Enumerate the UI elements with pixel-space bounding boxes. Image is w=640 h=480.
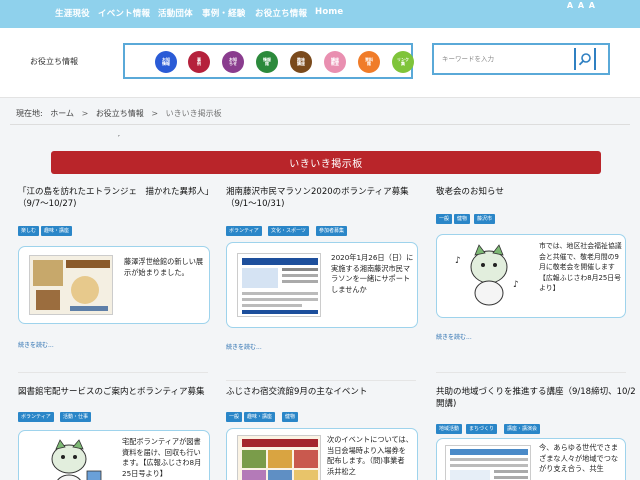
category-icon-4[interactable]: 情報 館 [256, 51, 278, 73]
category-icon-7[interactable]: 資料 館 [358, 51, 380, 73]
article-thumbnail: ♪ ♪ [447, 243, 531, 309]
category-icon-2[interactable]: 事 例 [188, 51, 210, 73]
breadcrumb-current: いきいき掲示板 [165, 109, 222, 118]
category-icon-3[interactable]: お知 らせ [222, 51, 244, 73]
article-thumbnail [29, 437, 115, 480]
category-links: お知 情報 事 例 お知 らせ 情報 館 趣味 講座 講座 教室 資料 館 リン… [123, 43, 414, 79]
row-divider [18, 372, 208, 373]
article-card-4: 図書館宅配サービスのご案内とボランティア募集 ボランティア 活動・仕事 宅配ボラ… [18, 386, 218, 480]
nav-item-groups[interactable]: 活動団体 [158, 7, 193, 19]
nav-item-home[interactable]: Home [315, 7, 343, 17]
article-card-2: 湘南藤沢市民マラソン2020のボランティア募集（9/1〜10/31) ボランティ… [226, 186, 426, 356]
search-button[interactable] [574, 48, 596, 70]
breadcrumb-separator: > [151, 109, 159, 118]
breadcrumb-useful-info[interactable]: お役立ち情報 [96, 109, 144, 118]
article-thumbnail [237, 253, 321, 317]
tag[interactable]: 一般 [436, 214, 453, 224]
article-excerpt: 藤澤浮世絵館の新しい展示が始まりました。 [124, 257, 204, 277]
row-divider [436, 372, 626, 373]
article-title[interactable]: ふじさわ宿交流館9月の主なイベント [226, 386, 426, 398]
nav-item-lifelong[interactable]: 生涯現役 [55, 7, 90, 19]
category-label-7: 資料 館 [365, 57, 373, 66]
article-excerpt: 今、あらゆる世代でさまざまな人々が地域でつながり支え合う、共生 [539, 443, 619, 473]
search-box [432, 43, 610, 75]
breadcrumb: 現在地: ホーム > お役立ち情報 > いきいき掲示板 [16, 108, 227, 119]
nav-item-cases[interactable]: 事例・経験 [202, 7, 246, 19]
category-icon-8[interactable]: リンク 集 [392, 51, 414, 73]
article-card-3: 敬老会のお知らせ 一般 健物 藤沢市 ♪ ♪ 市では、地区社会福祉協議会と共催で… [436, 186, 636, 356]
page-title-banner: いきいき掲示板 [51, 151, 601, 174]
article-body[interactable]: ♪ ♪ 市では、地区社会福祉協議会と共催で、敬老月間の9月に敬老会を開催します【… [436, 234, 626, 318]
nav-item-useful-info[interactable]: お役立ち情報 [255, 7, 307, 19]
header-band: お役立ち情報 お知 情報 事 例 お知 らせ 情報 館 趣味 講座 講座 教室 … [0, 28, 640, 98]
nav-item-events[interactable]: イベント情報 [98, 7, 150, 19]
category-label-1: お知 情報 [162, 57, 170, 66]
article-card-1: 「江の島を訪れたエトランジェ 描かれた異邦人」（9/7〜10/27) 楽しむ 趣… [18, 186, 218, 356]
tag[interactable]: 地域活動 [436, 424, 463, 434]
row-divider [226, 380, 416, 381]
tag[interactable]: 楽しむ [18, 226, 40, 236]
category-icon-6[interactable]: 講座 教室 [324, 51, 346, 73]
article-excerpt: 次のイベントについては、当日会場時より入場券を配布します。（問)事業者 浜井松之 [327, 435, 413, 476]
tag[interactable]: 文化・スポーツ [268, 226, 309, 236]
category-label-8: リンク 集 [397, 57, 409, 66]
article-title[interactable]: 湘南藤沢市民マラソン2020のボランティア募集（9/1〜10/31) [226, 186, 426, 210]
article-title[interactable]: 敬老会のお知らせ [436, 186, 636, 198]
article-body[interactable]: 宅配ボランティアが図書資料を届け、回収も行います。【広報ふじさわ8月25日号より… [18, 430, 210, 480]
article-thumbnail [445, 445, 531, 480]
article-thumbnail [29, 255, 113, 315]
svg-text:♪: ♪ [455, 256, 461, 266]
tag[interactable]: 一般 [226, 412, 243, 422]
breadcrumb-home[interactable]: ホーム [50, 109, 74, 118]
top-nav: 生涯現役 イベント情報 活動団体 事例・経験 お役立ち情報 Home A A A [0, 0, 640, 28]
article-title[interactable]: 「江の島を訪れたエトランジェ 描かれた異邦人」（9/7〜10/27) [18, 186, 218, 210]
article-excerpt: 宅配ボランティアが図書資料を届け、回収も行います。【広報ふじさわ8月25日号より… [122, 437, 202, 478]
read-more-link[interactable]: 続きを読む... [436, 332, 472, 341]
svg-text:♪: ♪ [513, 280, 519, 290]
tag[interactable]: ボランティア [18, 412, 54, 422]
category-label-3: お知 らせ [229, 57, 237, 66]
article-title[interactable]: 共助の地域づくりを推進する講座（9/18締切、10/2開講) [436, 386, 636, 410]
breadcrumb-prefix: 現在地: [16, 109, 43, 118]
tag[interactable]: 趣味・講座 [244, 412, 276, 422]
tag[interactable]: 講座・講演会 [504, 424, 541, 434]
breadcrumb-divider [10, 124, 630, 125]
category-label-6: 講座 教室 [331, 57, 339, 66]
article-title[interactable]: 図書館宅配サービスのご案内とボランティア募集 [18, 386, 218, 398]
page-title: いきいき掲示板 [289, 159, 363, 170]
search-input[interactable] [442, 52, 570, 66]
category-icon-5[interactable]: 趣味 講座 [290, 51, 312, 73]
article-excerpt: 2020年1月26日（日）に実施する湘南藤沢市民マラソンを一緒にサポートしません… [331, 253, 414, 294]
article-body[interactable]: 藤澤浮世絵館の新しい展示が始まりました。 [18, 246, 210, 324]
article-body[interactable]: 2020年1月26日（日）に実施する湘南藤沢市民マラソンを一緒にサポートしません… [226, 242, 418, 328]
article-card-6: 共助の地域づくりを推進する講座（9/18締切、10/2開講) 地域活動 まちづく… [436, 386, 636, 480]
category-icon-1[interactable]: お知 情報 [155, 51, 177, 73]
search-icon [578, 53, 591, 66]
section-label: お役立ち情報 [30, 57, 78, 66]
tag[interactable]: 活動・仕事 [60, 412, 92, 422]
read-more-link[interactable]: 続きを読む... [18, 340, 54, 349]
tag[interactable]: 健物 [454, 214, 471, 224]
tag[interactable]: 健物 [282, 412, 299, 422]
category-label-5: 趣味 講座 [297, 57, 305, 66]
article-card-5: ふじさわ宿交流館9月の主なイベント 一般 趣味・講座 健物 次のイベントについて… [226, 386, 426, 480]
tag[interactable]: 趣味・講座 [41, 226, 73, 236]
category-label-2: 事 例 [197, 57, 201, 66]
font-size-control[interactable]: A A A [567, 1, 596, 10]
category-label-4: 情報 館 [263, 57, 271, 66]
read-more-link[interactable]: 続きを読む... [226, 342, 262, 351]
tag[interactable]: 藤沢市 [474, 214, 496, 224]
article-excerpt: 市では、地区社会福祉協議会と共催で、敬老月間の9月に敬老会を開催します【広報ふじ… [539, 242, 622, 292]
article-body[interactable]: 今、あらゆる世代でさまざまな人々が地域でつながり支え合う、共生 [436, 438, 626, 480]
article-thumbnail [237, 435, 321, 480]
tag[interactable]: 参加者募集 [316, 226, 348, 236]
article-body[interactable]: 次のイベントについては、当日会場時より入場券を配布します。（問)事業者 浜井松之 [226, 428, 418, 480]
tag[interactable]: まちづくり [466, 424, 498, 434]
tick-mark: ′ [118, 134, 120, 143]
tag[interactable]: ボランティア [226, 226, 262, 236]
breadcrumb-separator: > [81, 109, 89, 118]
